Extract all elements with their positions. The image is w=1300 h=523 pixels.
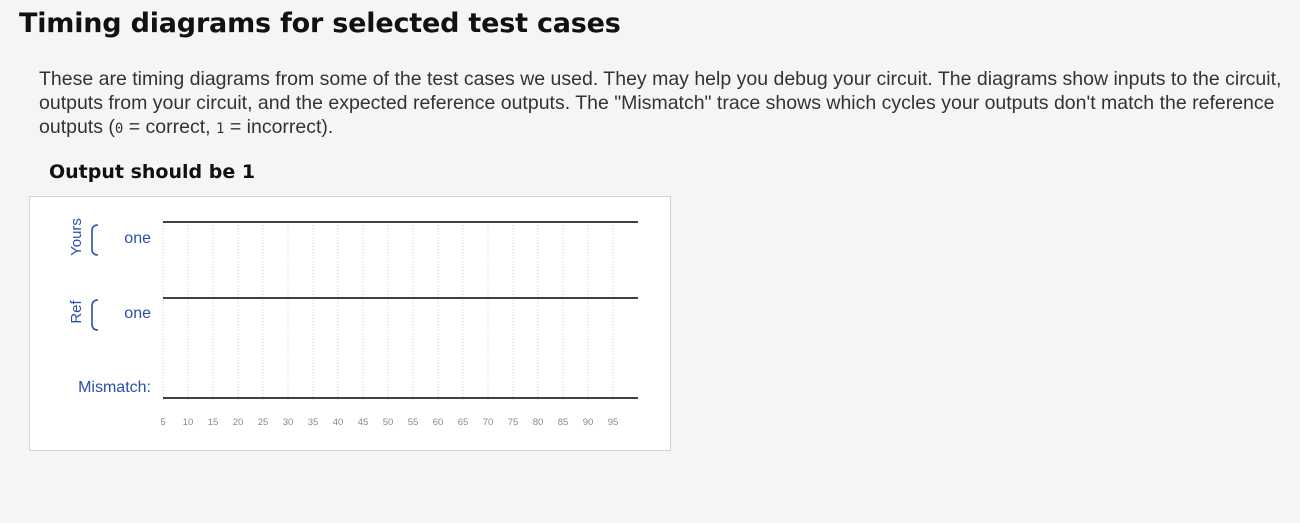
time-tick-label: 15 [208, 417, 219, 428]
page-title: Timing diagrams for selected test cases [19, 8, 621, 39]
testcase-title: Output should be 1 [49, 161, 256, 183]
time-tick-label: 70 [483, 417, 494, 428]
time-tick-label: 55 [408, 417, 419, 428]
time-tick-label: 35 [308, 417, 319, 428]
time-grid [162, 222, 614, 400]
description-text-3: = incorrect). [224, 116, 334, 138]
time-tick-label: 20 [233, 417, 244, 428]
group-label-yours: Yours [68, 218, 85, 256]
description: These are timing diagrams from some of t… [39, 67, 1284, 141]
signal-label-mismatch: Mismatch: [78, 379, 151, 396]
timing-diagram: Yours Ref one one Mismatch: 5 10 15 20 25 30 3… [29, 196, 671, 451]
time-tick-label: 65 [458, 417, 469, 428]
timing-diagram-svg: Yours Ref one one Mismatch: 5 10 15 20 25 30 3… [68, 218, 638, 428]
time-tick-label: 10 [183, 417, 194, 428]
signal-label-ref-one: one [124, 305, 151, 322]
time-tick-label: 85 [558, 417, 569, 428]
time-tick-label: 45 [358, 417, 369, 428]
time-tick-label: 90 [583, 417, 594, 428]
time-tick-label: 80 [533, 417, 544, 428]
time-tick-label: 60 [433, 417, 444, 428]
time-tick-label: 95 [608, 417, 619, 428]
signal-traces [163, 221, 638, 399]
group-bracket-ref [91, 299, 99, 331]
time-tick-label: 25 [258, 417, 269, 428]
description-text-2: = correct, [123, 116, 216, 138]
group-label-ref: Ref [68, 299, 85, 323]
time-axis: 5 10 15 20 25 30 35 40 45 50 55 60 65 70 75 80 85 90 95 [160, 417, 618, 428]
time-tick-label: 30 [283, 417, 294, 428]
time-tick-label: 5 [160, 417, 165, 428]
signal-label-yours-one: one [124, 230, 151, 247]
time-tick-label: 40 [333, 417, 344, 428]
group-bracket-yours [91, 224, 99, 256]
time-tick-label: 75 [508, 417, 519, 428]
time-tick-label: 50 [383, 417, 394, 428]
